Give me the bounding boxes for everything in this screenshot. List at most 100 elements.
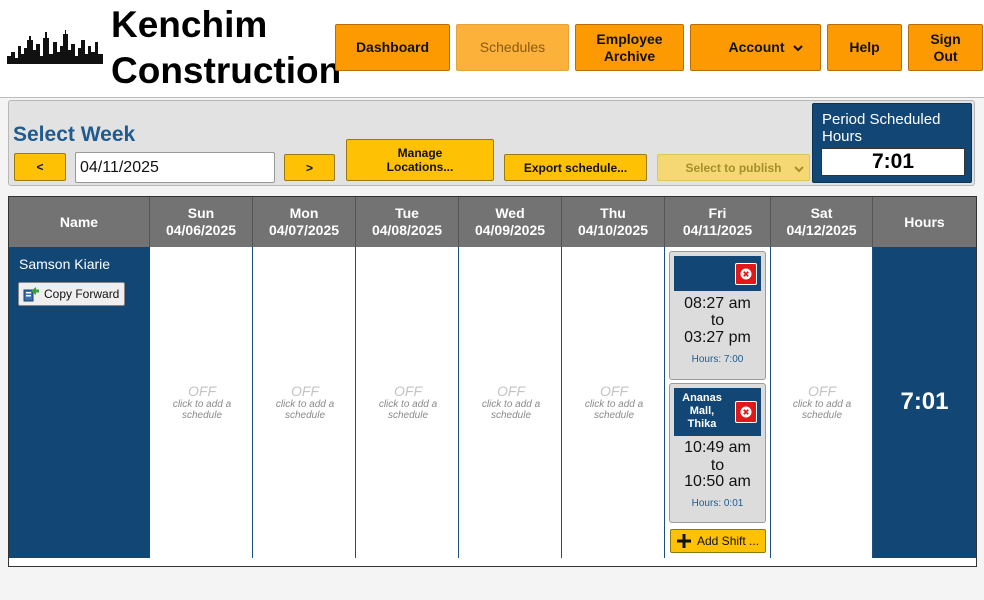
off-label: OFF <box>291 383 319 399</box>
chevron-down-icon <box>794 166 804 173</box>
nav-employee-archive-button[interactable]: Employee Archive <box>575 24 684 71</box>
shift-card[interactable]: 08:27 am to 03:27 pm Hours: 7:00 <box>669 251 766 380</box>
off-label: OFF <box>600 383 628 399</box>
select-week-title: Select Week <box>13 123 136 146</box>
period-hours-value: 7:01 <box>821 148 965 176</box>
nav-account-label: Account <box>728 39 785 55</box>
copy-forward-button[interactable]: Copy Forward <box>18 282 125 306</box>
app-header: Kenchim Construction Dashboard Schedules… <box>0 0 984 98</box>
nav-schedules-button[interactable]: Schedules <box>456 24 569 71</box>
off-hint: click to add a schedule <box>378 399 438 421</box>
shift-end: 10:50 am <box>684 473 751 490</box>
nav-dashboard-button[interactable]: Dashboard <box>335 24 450 71</box>
shift-start: 10:49 am <box>684 439 751 456</box>
next-week-label: > <box>305 160 313 175</box>
plus-icon <box>677 534 691 548</box>
off-hint: click to add a schedule <box>584 399 644 421</box>
day-date: 04/08/2025 <box>371 222 443 238</box>
off-label: OFF <box>188 383 216 399</box>
day-label: Sun <box>187 205 215 221</box>
off-hint: click to add a schedule <box>792 399 852 421</box>
header-name: Name <box>9 197 150 247</box>
day-label: Wed <box>495 205 525 221</box>
header-day-sun: Sun 04/06/2025 <box>150 197 253 247</box>
shift-hours: Hours: 0:01 <box>691 498 744 509</box>
day-date: 04/12/2025 <box>786 222 857 238</box>
day-date: 04/06/2025 <box>165 222 237 238</box>
off-slot-thu[interactable]: OFF click to add a schedule <box>564 383 664 421</box>
chevron-down-icon <box>792 44 803 51</box>
off-hint: click to add a schedule <box>172 399 232 421</box>
period-hours-label: Period Scheduled Hours <box>822 111 941 145</box>
day-label: Mon <box>289 205 319 221</box>
nav-sign-out-button[interactable]: Sign Out <box>908 24 983 71</box>
publish-select[interactable]: Select to publish <box>657 154 810 181</box>
day-label: Sat <box>810 205 833 221</box>
period-hours-panel: Period Scheduled Hours 7:01 <box>812 103 972 183</box>
manage-locations-button[interactable]: Manage Locations... <box>346 139 494 181</box>
prev-week-button[interactable]: < <box>14 153 66 181</box>
header-day-mon: Mon 04/07/2025 <box>253 197 356 247</box>
day-label: Thu <box>600 205 626 221</box>
close-icon <box>740 406 752 418</box>
header-day-sat: Sat 04/12/2025 <box>771 197 873 247</box>
prev-week-label: < <box>36 160 44 174</box>
skyline-logo-icon <box>7 30 103 64</box>
header-day-wed: Wed 04/09/2025 <box>459 197 562 247</box>
publish-select-label: Select to publish <box>685 160 782 175</box>
add-shift-button[interactable]: Add Shift ... <box>670 529 766 553</box>
close-icon <box>740 268 752 280</box>
day-label: Tue <box>395 205 419 221</box>
nav-help-button[interactable]: Help <box>827 24 902 71</box>
nav-sign-out-label: Sign Out <box>930 30 961 64</box>
off-slot-tue[interactable]: OFF click to add a schedule <box>358 383 458 421</box>
next-week-button[interactable]: > <box>284 154 335 181</box>
day-date: 04/07/2025 <box>268 222 340 238</box>
day-label: Fri <box>708 205 727 221</box>
day-date: 04/10/2025 <box>577 222 649 238</box>
nav-account-dropdown[interactable]: Account <box>690 24 821 71</box>
shift-card[interactable]: Ananas Mall, Thika 10:49 am to 10:50 am … <box>669 383 766 523</box>
add-shift-label: Add Shift ... <box>697 534 760 548</box>
off-label: OFF <box>497 383 525 399</box>
off-hint: click to add a schedule <box>275 399 335 421</box>
off-slot-sun[interactable]: OFF click to add a schedule <box>152 383 252 421</box>
off-label: OFF <box>808 383 836 399</box>
nav-employee-archive-label: Employee Archive <box>596 30 663 64</box>
shift-to: to <box>710 312 725 329</box>
export-schedule-button[interactable]: Export schedule... <box>504 154 647 181</box>
shift-header: Ananas Mall, Thika <box>674 388 761 436</box>
shift-to: to <box>710 457 725 474</box>
day-date: 04/09/2025 <box>474 222 546 238</box>
total-hours-value: 7:01 <box>900 388 949 415</box>
shift-end: 03:27 pm <box>684 329 751 346</box>
day-date: 04/11/2025 <box>682 222 753 238</box>
header-day-fri: Fri 04/11/2025 <box>665 197 771 247</box>
off-label: OFF <box>394 383 422 399</box>
nav-help-label: Help <box>849 39 880 55</box>
header-hours: Hours <box>873 197 976 247</box>
table-footer <box>8 558 977 567</box>
delete-shift-button[interactable] <box>735 401 757 423</box>
shift-start: 08:27 am <box>684 295 751 312</box>
employee-name: Samson Kiarie <box>19 256 111 272</box>
shift-header <box>674 256 761 291</box>
shift-hours: Hours: 7:00 <box>691 354 744 365</box>
header-name-label: Name <box>59 213 99 230</box>
header-day-tue: Tue 04/08/2025 <box>356 197 459 247</box>
header-day-thu: Thu 04/10/2025 <box>562 197 665 247</box>
header-hours-label: Hours <box>904 213 945 230</box>
week-date-input[interactable]: 04/11/2025 <box>75 152 275 183</box>
delete-shift-button[interactable] <box>735 263 757 285</box>
off-slot-wed[interactable]: OFF click to add a schedule <box>461 383 561 421</box>
off-slot-mon[interactable]: OFF click to add a schedule <box>255 383 355 421</box>
export-schedule-label: Export schedule... <box>523 160 628 175</box>
off-hint: click to add a schedule <box>481 399 541 421</box>
nav-schedules-label: Schedules <box>479 39 546 55</box>
manage-locations-label: Manage Locations... <box>386 146 454 174</box>
company-name: Kenchim Construction <box>111 4 342 91</box>
copy-forward-label: Copy Forward <box>44 287 120 301</box>
copy-forward-icon <box>23 287 39 302</box>
nav-dashboard-label: Dashboard <box>355 39 430 55</box>
off-slot-sat[interactable]: OFF click to add a schedule <box>772 383 872 421</box>
